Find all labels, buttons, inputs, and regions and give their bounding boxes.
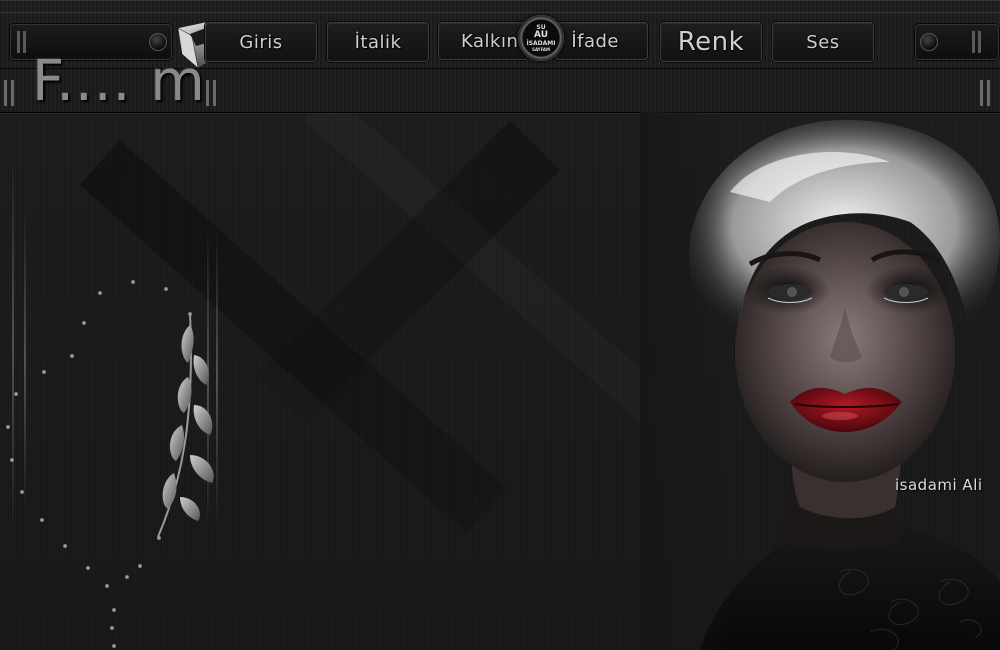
decor-dot [112,608,116,612]
decor-dot [110,626,114,630]
nav-button-giris[interactable]: Giris [205,22,317,62]
decor-dot [138,564,142,568]
page-title: F.... m [32,49,206,114]
decor-dot [42,370,46,374]
nav-button-kalkin[interactable]: Kalkın [438,22,528,60]
decor-dot [20,490,24,494]
decor-dot [105,584,109,588]
emblem-text: SAYFAM [532,47,550,52]
decor-dot [98,291,102,295]
decor-dot [70,354,74,358]
page-background: Giris İtalik Kalkın İfade Renk Ses SU AU… [0,0,1000,650]
nav-button-ifade[interactable]: İfade [555,22,648,60]
decor-dot [14,392,18,396]
artist-signature: isadami Ali [895,476,983,494]
decor-dot [131,280,135,284]
grip-bars-icon [972,31,982,53]
decor-line [24,210,26,510]
decor-dot [125,575,129,579]
nav-button-ses[interactable]: Ses [772,22,874,62]
decor-dot [112,644,116,648]
decor-dot [164,287,168,291]
decor-dot [63,544,67,548]
decor-dot [82,321,86,325]
decor-dot [6,425,10,429]
right-side-panel [915,24,999,60]
grip-bars-icon [17,31,27,53]
leaf-branch-icon [157,312,214,538]
grip-bars-icon [4,80,16,106]
grip-bars-icon [206,80,218,106]
decor-dot [40,518,44,522]
grip-bars-icon [980,80,992,106]
emblem-text: AU [534,30,548,40]
knob-icon [920,33,938,51]
decor-dot [86,566,90,570]
site-emblem[interactable]: SU AU İSADAMI SAYFAM [518,15,564,61]
decor-line [12,155,14,535]
nav-button-italik[interactable]: İtalik [327,22,429,62]
decor-dot [10,458,14,462]
woman-portrait-image [640,112,1000,650]
nav-button-renk[interactable]: Renk [660,22,762,62]
emblem-text: İSADAMI [526,40,556,47]
